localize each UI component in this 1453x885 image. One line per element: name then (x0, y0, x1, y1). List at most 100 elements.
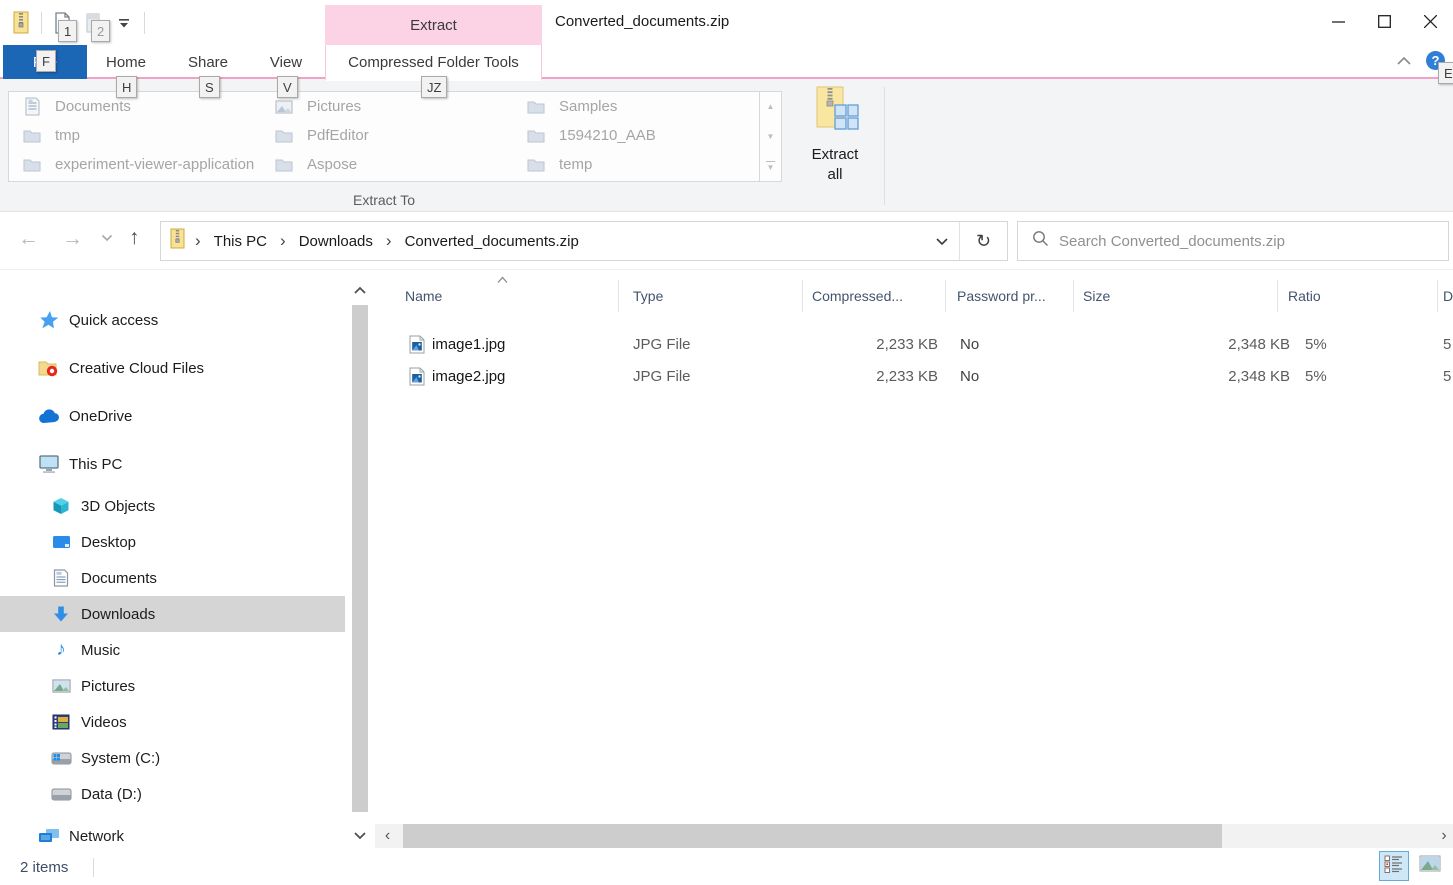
close-button[interactable] (1407, 0, 1453, 42)
folder-icon (21, 126, 43, 146)
quick-access-star-icon (38, 310, 60, 330)
image-file-icon (409, 335, 425, 358)
network-icon (38, 826, 60, 846)
navigation-pane: Quick access Creative Cloud Files OneDri… (0, 270, 345, 850)
refresh-icon[interactable]: ↻ (959, 222, 1007, 260)
keytip-help: E (1438, 62, 1453, 84)
file-size: 2,348 KB (1075, 336, 1290, 353)
sidebar-item-data-d[interactable]: Data (D:) (0, 776, 345, 812)
column-header-date[interactable]: D (1443, 288, 1453, 304)
up-icon[interactable]: ↑ (129, 227, 140, 248)
file-list-pane: Name Type Compressed... Password pr... S… (375, 270, 1453, 850)
sidebar-item-creative-cloud-files[interactable]: Creative Cloud Files (0, 344, 345, 392)
back-icon[interactable]: ← (18, 228, 39, 249)
forward-icon[interactable]: → (62, 228, 83, 249)
file-password-protected: No (960, 368, 979, 385)
sidebar-item-videos[interactable]: Videos (0, 704, 345, 740)
search-box (1017, 221, 1449, 261)
sidebar-item-desktop[interactable]: Desktop (0, 524, 345, 560)
tab-share[interactable]: Share (178, 45, 238, 79)
column-headers: Name Type Compressed... Password pr... S… (375, 278, 1453, 316)
breadcrumb-downloads[interactable]: Downloads (295, 233, 377, 250)
zip-location-icon (169, 228, 186, 254)
file-row-image1[interactable]: image1.jpg JPG File 2,233 KB No 2,348 KB… (375, 329, 1453, 361)
onedrive-cloud-icon (38, 406, 60, 426)
gallery-item-tmp[interactable]: tmp (9, 121, 259, 150)
details-view-button[interactable] (1379, 851, 1409, 881)
keytip-view: V (277, 76, 298, 98)
column-header-compressed[interactable]: Compressed... (812, 288, 903, 304)
extract-all-button[interactable]: Extract all (797, 85, 873, 187)
sidebar-item-downloads[interactable]: Downloads (0, 596, 345, 632)
collapse-ribbon-icon[interactable] (1396, 56, 1412, 66)
status-separator (93, 858, 94, 877)
sidebar-item-label: Documents (81, 570, 157, 587)
sidebar-item-music[interactable]: ♪ Music (0, 632, 345, 668)
gallery-item-pdfeditor[interactable]: PdfEditor (261, 121, 511, 150)
sidebar-item-label: 3D Objects (81, 498, 155, 515)
address-dropdown-icon[interactable] (925, 222, 959, 260)
sidebar-item-3d-objects[interactable]: 3D Objects (0, 488, 345, 524)
maximize-button[interactable] (1361, 0, 1407, 42)
file-row-image2[interactable]: image2.jpg JPG File 2,233 KB No 2,348 KB… (375, 361, 1453, 393)
thumbnail-view-button[interactable] (1415, 851, 1445, 881)
keytip-qat-1: 1 (58, 20, 77, 42)
system-drive-icon (50, 748, 72, 768)
column-header-name[interactable]: Name (405, 288, 442, 304)
gallery-scrollbar: ▲ ▼ ▼ (760, 91, 782, 182)
gallery-more-icon[interactable]: ▼ (760, 151, 781, 181)
address-bar[interactable]: › This PC › Downloads › Converted_docume… (160, 221, 1008, 261)
column-header-ratio[interactable]: Ratio (1288, 288, 1321, 304)
horizontal-scrollbar-thumb[interactable] (403, 824, 1222, 848)
gallery-item-temp[interactable]: temp (513, 150, 763, 179)
gallery-item-pictures[interactable]: Pictures (261, 92, 511, 121)
column-header-password-protected[interactable]: Password pr... (957, 288, 1046, 304)
sidebar-item-documents[interactable]: Documents (0, 560, 345, 596)
gallery-item-label: Samples (559, 98, 617, 115)
breadcrumb-converted-documents-zip[interactable]: Converted_documents.zip (401, 233, 583, 250)
sidebar-item-label: Music (81, 642, 120, 659)
sidebar-item-pictures[interactable]: Pictures (0, 668, 345, 704)
scroll-left-icon[interactable]: ‹ (375, 824, 400, 848)
qat-customize-dropdown[interactable] (113, 10, 135, 36)
tab-view[interactable]: View (256, 45, 316, 79)
extract-to-gallery: Documents tmp experiment-viewer-applicat… (8, 91, 760, 182)
scroll-right-icon[interactable]: › (1435, 824, 1453, 848)
keytip-file: F (36, 50, 56, 72)
sidebar-item-onedrive[interactable]: OneDrive (0, 392, 345, 440)
desktop-icon (50, 532, 72, 552)
sidebar-item-label: System (C:) (81, 750, 160, 767)
sidebar-scrollbar-thumb[interactable] (352, 305, 368, 812)
gallery-item-aspose[interactable]: Aspose (261, 150, 511, 179)
documents-icon (21, 97, 43, 117)
gallery-item-experiment-viewer-application[interactable]: experiment-viewer-application (9, 150, 259, 179)
sidebar-item-quick-access[interactable]: Quick access (0, 296, 345, 344)
column-header-type[interactable]: Type (633, 288, 663, 304)
sidebar-item-this-pc[interactable]: This PC (0, 440, 345, 488)
file-date: 5 (1443, 368, 1451, 385)
breadcrumb-this-pc[interactable]: This PC (210, 233, 271, 250)
recent-locations-icon[interactable] (101, 234, 113, 242)
gallery-scroll-down-icon[interactable]: ▼ (760, 122, 781, 152)
folder-icon (273, 155, 295, 175)
gallery-item-1594210-aab[interactable]: 1594210_AAB (513, 121, 763, 150)
gallery-scroll-up-icon[interactable]: ▲ (760, 92, 781, 122)
sidebar-item-label: Data (D:) (81, 786, 142, 803)
column-header-size[interactable]: Size (1083, 288, 1110, 304)
contextual-header-extract: Extract (325, 5, 542, 45)
title-bar: Extract Converted_documents.zip (0, 0, 1453, 48)
content-area: Quick access Creative Cloud Files OneDri… (0, 270, 1453, 850)
minimize-button[interactable] (1315, 0, 1361, 42)
gallery-item-label: experiment-viewer-application (55, 156, 254, 173)
tab-home[interactable]: Home (96, 45, 156, 79)
breadcrumb-chevron-icon: › (192, 231, 204, 251)
gallery-item-samples[interactable]: Samples (513, 92, 763, 121)
search-input[interactable] (1059, 233, 1419, 250)
scroll-up-icon[interactable] (349, 280, 371, 300)
status-bar: 2 items (0, 850, 1453, 885)
sidebar-item-system-c[interactable]: System (C:) (0, 740, 345, 776)
file-type: JPG File (633, 336, 691, 353)
sidebar-item-label: Desktop (81, 534, 136, 551)
sidebar-scrollbar (349, 270, 371, 850)
scroll-down-icon[interactable] (349, 825, 371, 845)
